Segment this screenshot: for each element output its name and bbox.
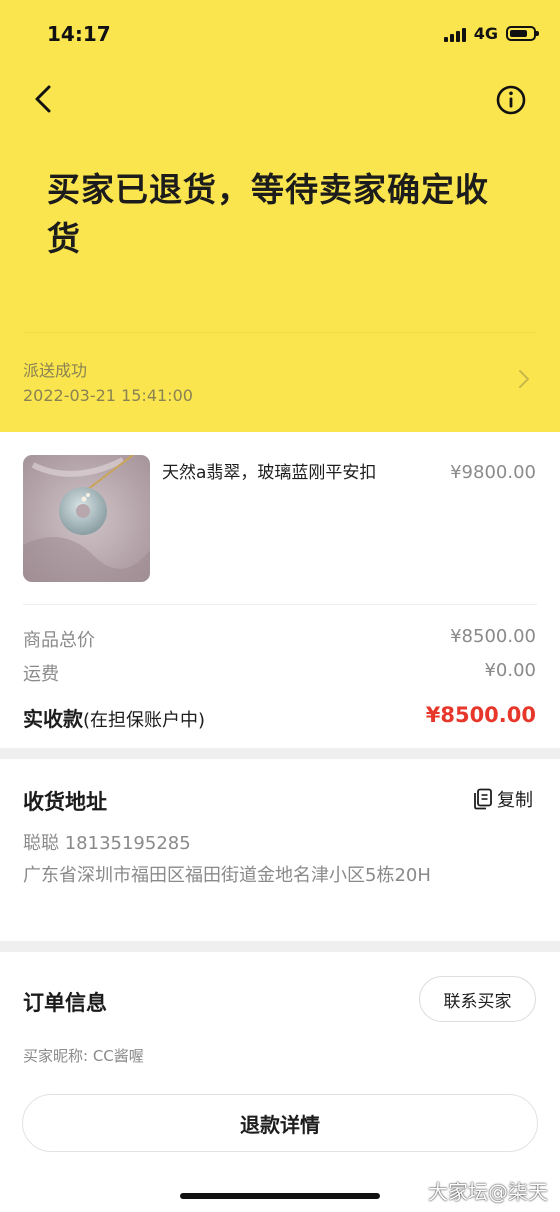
recipient-address: 广东省深圳市福田区福田街道金地名津小区5栋20H (23, 865, 431, 886)
status-icons: 4G (443, 24, 539, 43)
shipping-value: ¥0.00 (484, 660, 536, 681)
status-time: 14:17 (47, 22, 111, 46)
actual-received-title: 实收款 (23, 707, 83, 731)
shipping-label: 运费 (23, 664, 59, 685)
signal-icon (443, 26, 466, 42)
product-divider (23, 604, 537, 605)
order-info-title: 订单信息 (23, 991, 107, 1015)
order-status-title: 买家已退货，等待卖家确定收货 (47, 170, 489, 258)
buyer-nickname: 买家昵称: CC酱喔 (23, 1047, 144, 1065)
recipient-contact: 聪聪 18135195285 (23, 833, 191, 854)
watermark-text: 大家坛@柒天 (428, 1180, 548, 1204)
actual-received-note: (在担保账户中) (83, 710, 206, 731)
chevron-right-icon[interactable] (514, 368, 534, 390)
delivery-time: 2022-03-21 15:41:00 (23, 386, 193, 405)
product-price: ¥9800.00 (450, 462, 536, 483)
copy-label: 复制 (497, 790, 533, 811)
refund-details-button[interactable]: 退款详情 (22, 1094, 538, 1152)
delivery-status[interactable]: 派送成功 (23, 357, 87, 381)
home-indicator[interactable] (180, 1193, 380, 1199)
product-image[interactable] (23, 455, 150, 582)
info-icon[interactable] (495, 84, 527, 116)
back-arrow-icon[interactable] (28, 82, 62, 116)
copy-button[interactable]: 复制 (473, 786, 533, 812)
product-name[interactable]: 天然a翡翠，玻璃蓝刚平安扣 (162, 458, 376, 483)
copy-icon (474, 788, 492, 810)
total-value: ¥8500.00 (450, 626, 536, 647)
address-title: 收货地址 (23, 790, 107, 814)
total-label: 商品总价 (23, 630, 95, 651)
battery-icon (506, 26, 539, 41)
section-gap (0, 941, 560, 952)
section-gap (0, 748, 560, 759)
actual-received-label: 实收款(在担保账户中) (23, 703, 205, 732)
contact-buyer-button[interactable]: 联系买家 (419, 976, 536, 1022)
status-header: 14:17 4G 买家已退货，等待卖家确定收货 派送成功 2022-03-21 … (0, 0, 560, 432)
header-divider (23, 332, 537, 333)
actual-received-value: ¥8500.00 (425, 703, 536, 727)
network-type: 4G (473, 24, 498, 43)
